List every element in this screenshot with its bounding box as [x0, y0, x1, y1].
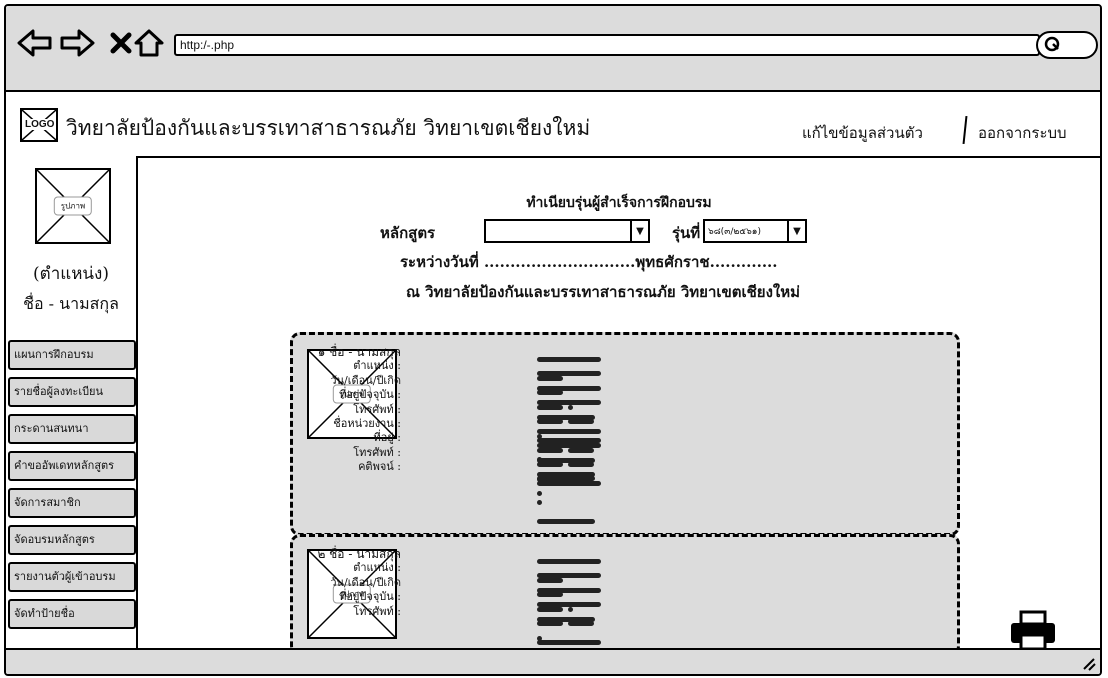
sidebar-item-manage-members[interactable]: จัดการสมาชิก — [8, 488, 136, 518]
field-label: ๒ ชื่อ - นามสกุล — [317, 547, 401, 561]
sidebar-item-registrants[interactable]: รายชื่อผู้ลงทะเบียน — [8, 377, 136, 407]
field-label: โทรศัพท์ : — [353, 604, 401, 618]
sidebar-item-training-plan[interactable]: แผนการฝึกอบรม — [8, 340, 136, 370]
member-card: รูปภาพ ๒ ชื่อ - นามสกุล ตำแหน่ง : วัน/เด… — [290, 534, 960, 665]
logout-link[interactable]: ออกจากระบบ — [978, 121, 1067, 145]
member-card: รูปภาพ ๑ ชื่อ - นามสกุล ตำแหน่ง : วัน/เด… — [290, 332, 960, 536]
field-label: วัน/เดือน/ปีเกิด — [330, 373, 401, 387]
browser-window: http:/-.php LOGO วิทยาลัยป้องกันและบรรเท… — [4, 4, 1102, 676]
browser-statusbar — [6, 648, 1100, 674]
page-title: ทำเนียบรุ่นผู้สำเร็จการฝึกอบรม — [526, 195, 712, 211]
field-label: วัน/เดือน/ปีเกิด — [330, 575, 401, 589]
sidebar-item-organize-course[interactable]: จัดอบรมหลักสูตร — [8, 525, 136, 555]
main-content: ทำเนียบรุ่นผู้สำเร็จการฝึกอบรม หลักสูตร … — [138, 156, 1100, 665]
printer-icon[interactable] — [1008, 610, 1058, 652]
redacted-value — [537, 464, 600, 502]
search-icon — [1044, 36, 1060, 52]
url-input[interactable]: http:/-.php — [174, 34, 1040, 56]
browser-toolbar: http:/-.php — [6, 6, 1100, 92]
chevron-down-icon: ▼ — [787, 221, 805, 241]
logo-text: LOGO — [24, 119, 56, 130]
sidebar-menu: แผนการฝึกอบรม รายชื่อผู้ลงทะเบียน กระดาน… — [8, 340, 136, 636]
field-label: ตำแหน่ง : — [353, 561, 401, 575]
user-name: ชื่อ - นามสกุล — [23, 294, 119, 313]
field-label: ที่อยู่ : — [373, 431, 401, 445]
user-position: (ตำแหน่ง) — [33, 264, 109, 284]
batch-select[interactable]: ๖๘(๓/๒๕๖๑) ▼ — [703, 219, 807, 243]
redacted-value — [537, 609, 600, 647]
site-header: LOGO วิทยาลัยป้องกันและบรรเทาสาธารณภัย ว… — [6, 92, 1100, 158]
field-label: ชื่อหน่วยงาน : — [333, 416, 401, 430]
forward-arrow-icon[interactable] — [58, 24, 96, 62]
date-range-line: ระหว่างวันที่ ..........................… — [400, 253, 778, 271]
field-label: ที่อยู่ปัจจุบัน : — [339, 590, 401, 604]
home-icon[interactable] — [130, 24, 168, 62]
resize-handle-icon[interactable] — [1080, 655, 1096, 671]
site-title: วิทยาลัยป้องกันและบรรเทาสาธารณภัย วิทยาเ… — [66, 116, 591, 140]
logo-icon: LOGO — [20, 108, 58, 142]
sidebar-item-course-update-requests[interactable]: คำขออัพเดทหลักสูตร — [8, 451, 136, 481]
field-label: คติพจน์ : — [358, 460, 401, 474]
field-label: ๑ ชื่อ - นามสกุล — [317, 345, 401, 359]
profile-image: รูปภาพ — [35, 168, 111, 244]
field-label: โทรศัพท์ : — [353, 445, 401, 459]
header-divider — [962, 115, 968, 145]
sidebar-item-trainee-checkin[interactable]: รายงานตัวผู้เข้าอบรม — [8, 562, 136, 592]
sidebar: รูปภาพ (ตำแหน่ง) ชื่อ - นามสกุล แผนการฝึ… — [6, 156, 138, 652]
search-button[interactable] — [1036, 31, 1098, 59]
location-line: ณ วิทยาลัยป้องกันและบรรเทาสาธารณภัย วิทย… — [406, 283, 801, 301]
field-label: ตำแหน่ง : — [353, 359, 401, 373]
image-placeholder-label: รูปภาพ — [53, 196, 93, 216]
back-arrow-icon[interactable] — [16, 24, 54, 62]
field-label: ที่อยู่ปัจจุบัน : — [339, 388, 401, 402]
course-label: หลักสูตร — [380, 224, 436, 242]
sidebar-item-name-tags[interactable]: จัดทำป้ายชื่อ — [8, 599, 136, 629]
sidebar-item-forum[interactable]: กระดานสนทนา — [8, 414, 136, 444]
edit-profile-link[interactable]: แก้ไขข้อมูลส่วนตัว — [802, 121, 923, 145]
course-select[interactable]: ▼ — [484, 219, 650, 243]
field-label: โทรศัพท์ : — [353, 402, 401, 416]
batch-label: รุ่นที่ — [672, 224, 701, 242]
batch-select-value: ๖๘(๓/๒๕๖๑) — [708, 227, 762, 237]
chevron-down-icon: ▼ — [630, 221, 648, 241]
